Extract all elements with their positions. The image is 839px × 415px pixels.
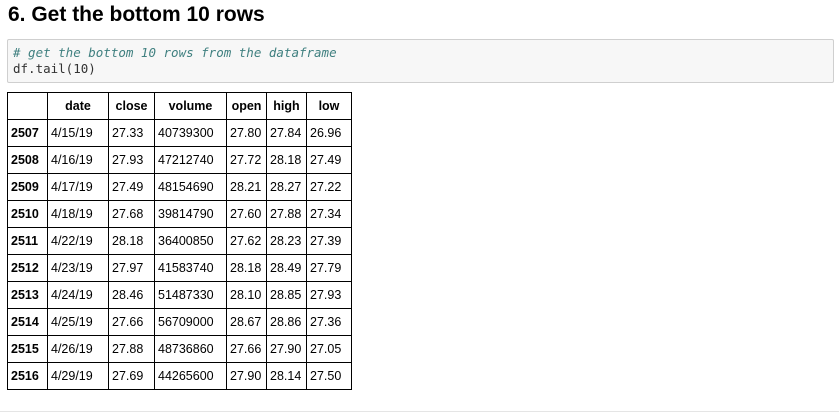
cell-high: 28.23 <box>266 227 307 255</box>
code-line: df.tail(10) <box>13 61 96 76</box>
column-header-low: low <box>306 92 352 120</box>
row-index: 2516 <box>7 362 48 390</box>
dataframe-table: date close volume open high low 2507 4/1… <box>7 92 352 390</box>
cell-volume: 48736860 <box>154 335 227 363</box>
cell-open: 27.90 <box>226 362 267 390</box>
column-header-date: date <box>47 92 109 120</box>
cell-low: 27.50 <box>306 362 352 390</box>
table-row: 2515 4/26/19 27.88 48736860 27.66 27.90 … <box>7 335 352 363</box>
cell-date: 4/24/19 <box>47 281 109 309</box>
row-index: 2515 <box>7 335 48 363</box>
cell-low: 27.36 <box>306 308 352 336</box>
cell-close: 28.18 <box>108 227 155 255</box>
cell-open: 28.10 <box>226 281 267 309</box>
cell-volume: 36400850 <box>154 227 227 255</box>
column-header-volume: volume <box>154 92 227 120</box>
table-row: 2514 4/25/19 27.66 56709000 28.67 28.86 … <box>7 308 352 336</box>
cell-close: 28.46 <box>108 281 155 309</box>
cell-open: 28.67 <box>226 308 267 336</box>
cell-close: 27.49 <box>108 173 155 201</box>
cell-low: 27.49 <box>306 146 352 174</box>
cell-date: 4/26/19 <box>47 335 109 363</box>
row-index: 2509 <box>7 173 48 201</box>
cell-open: 27.62 <box>226 227 267 255</box>
column-header-close: close <box>108 92 155 120</box>
cell-date: 4/18/19 <box>47 200 109 228</box>
table-row: 2510 4/18/19 27.68 39814790 27.60 27.88 … <box>7 200 352 228</box>
cell-close: 27.97 <box>108 254 155 282</box>
cell-volume: 48154690 <box>154 173 227 201</box>
cell-date: 4/15/19 <box>47 119 109 147</box>
cell-high: 28.18 <box>266 146 307 174</box>
table-row: 2509 4/17/19 27.49 48154690 28.21 28.27 … <box>7 173 352 201</box>
cell-low: 26.96 <box>306 119 352 147</box>
cell-close: 27.66 <box>108 308 155 336</box>
cell-close: 27.88 <box>108 335 155 363</box>
cell-open: 28.18 <box>226 254 267 282</box>
cell-close: 27.93 <box>108 146 155 174</box>
cell-volume: 47212740 <box>154 146 227 174</box>
cell-volume: 39814790 <box>154 200 227 228</box>
cell-open: 27.80 <box>226 119 267 147</box>
row-index: 2511 <box>7 227 48 255</box>
cell-open: 27.60 <box>226 200 267 228</box>
row-index: 2513 <box>7 281 48 309</box>
table-row: 2513 4/24/19 28.46 51487330 28.10 28.85 … <box>7 281 352 309</box>
cell-low: 27.79 <box>306 254 352 282</box>
cell-close: 27.33 <box>108 119 155 147</box>
cell-volume: 40739300 <box>154 119 227 147</box>
code-cell[interactable]: # get the bottom 10 rows from the datafr… <box>7 39 834 83</box>
cell-date: 4/17/19 <box>47 173 109 201</box>
cell-open: 27.72 <box>226 146 267 174</box>
row-index: 2508 <box>7 146 48 174</box>
cell-high: 28.14 <box>266 362 307 390</box>
cell-date: 4/23/19 <box>47 254 109 282</box>
section-heading: 6. Get the bottom 10 rows <box>8 3 265 26</box>
cell-close: 27.68 <box>108 200 155 228</box>
cell-open: 27.66 <box>226 335 267 363</box>
cell-volume: 41583740 <box>154 254 227 282</box>
table-row: 2508 4/16/19 27.93 47212740 27.72 28.18 … <box>7 146 352 174</box>
cell-low: 27.05 <box>306 335 352 363</box>
cell-low: 27.93 <box>306 281 352 309</box>
cell-high: 28.49 <box>266 254 307 282</box>
cell-open: 28.21 <box>226 173 267 201</box>
code-comment: # get the bottom 10 rows from the datafr… <box>13 45 337 60</box>
cell-date: 4/29/19 <box>47 362 109 390</box>
table-row: 2507 4/15/19 27.33 40739300 27.80 27.84 … <box>7 119 352 147</box>
cell-high: 27.90 <box>266 335 307 363</box>
cell-divider <box>0 411 839 412</box>
row-index: 2507 <box>7 119 48 147</box>
cell-high: 27.84 <box>266 119 307 147</box>
column-header-index <box>7 92 48 120</box>
cell-volume: 51487330 <box>154 281 227 309</box>
row-index: 2512 <box>7 254 48 282</box>
row-index: 2514 <box>7 308 48 336</box>
cell-date: 4/25/19 <box>47 308 109 336</box>
row-index: 2510 <box>7 200 48 228</box>
cell-high: 28.27 <box>266 173 307 201</box>
table-row: 2512 4/23/19 27.97 41583740 28.18 28.49 … <box>7 254 352 282</box>
table-row: 2516 4/29/19 27.69 44265600 27.90 28.14 … <box>7 362 352 390</box>
cell-close: 27.69 <box>108 362 155 390</box>
cell-low: 27.34 <box>306 200 352 228</box>
cell-low: 27.22 <box>306 173 352 201</box>
cell-volume: 56709000 <box>154 308 227 336</box>
column-header-high: high <box>266 92 307 120</box>
cell-volume: 44265600 <box>154 362 227 390</box>
table-row: 2511 4/22/19 28.18 36400850 27.62 28.23 … <box>7 227 352 255</box>
column-header-open: open <box>226 92 267 120</box>
table-header-row: date close volume open high low <box>7 92 352 120</box>
cell-high: 28.85 <box>266 281 307 309</box>
cell-high: 28.86 <box>266 308 307 336</box>
cell-high: 27.88 <box>266 200 307 228</box>
cell-low: 27.39 <box>306 227 352 255</box>
cell-date: 4/22/19 <box>47 227 109 255</box>
cell-date: 4/16/19 <box>47 146 109 174</box>
